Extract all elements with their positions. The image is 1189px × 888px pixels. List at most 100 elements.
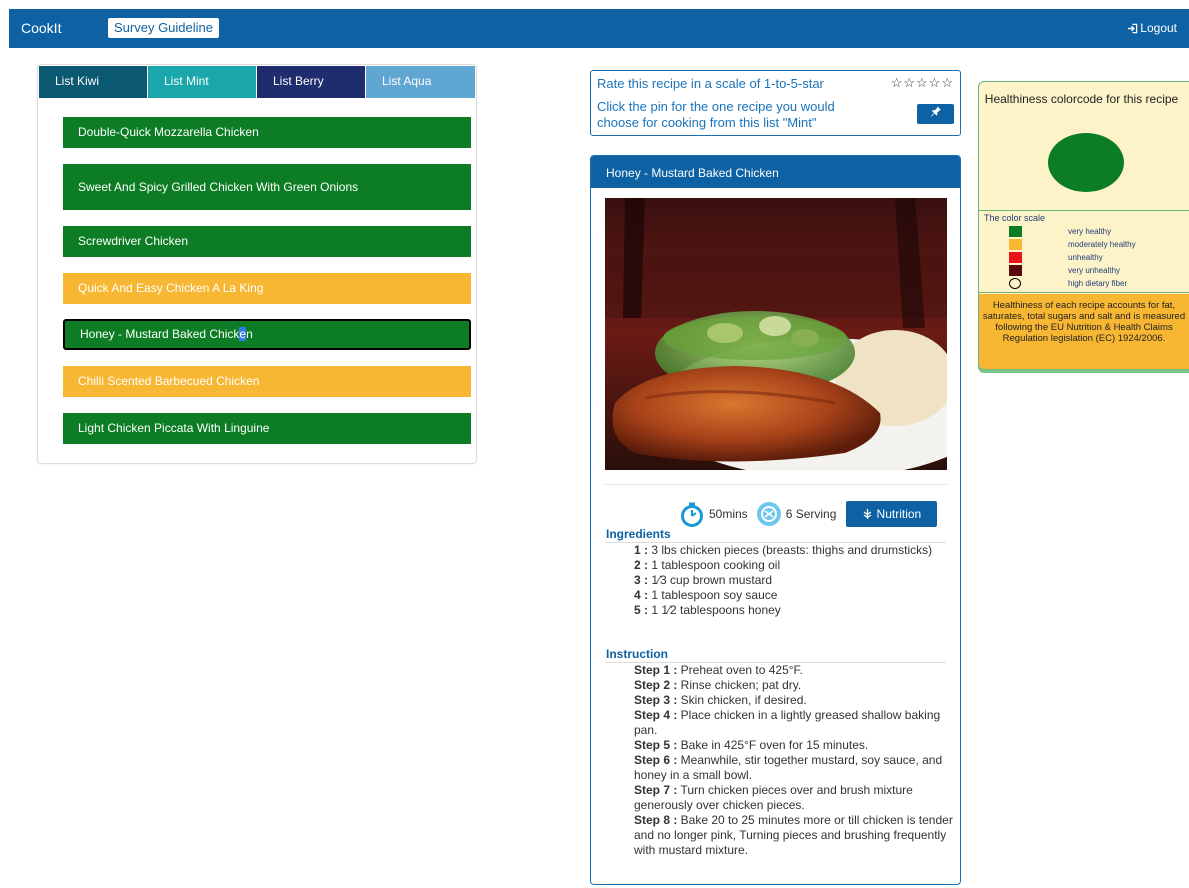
step-text: Bake 20 to 25 minutes more or till chick… xyxy=(634,813,953,857)
divider xyxy=(979,292,1189,293)
recipe-item-label: Chilli Scented Barbecued Chicken xyxy=(78,374,260,388)
step-number: Step 7 : xyxy=(634,783,678,797)
ingredients-heading: Ingredients xyxy=(606,527,946,543)
pin-icon xyxy=(930,106,941,117)
ingredient-text: 1 tablespoon soy sauce xyxy=(648,588,778,602)
divider xyxy=(979,210,1189,211)
ingredient-number: 3 : xyxy=(634,573,649,587)
divider xyxy=(605,484,947,485)
label-part: n xyxy=(246,327,253,341)
recipe-meta: 50mins 6 Serving Nutrition xyxy=(679,501,938,527)
nutrition-icon xyxy=(863,509,871,519)
step-text: Skin chicken, if desired. xyxy=(677,693,807,707)
ingredient-number: 2 : xyxy=(634,558,649,572)
ingredient-item: 2 : 1 tablespoon cooking oil xyxy=(634,558,954,573)
healthiness-title: Healthiness colorcode for this recipe xyxy=(984,92,1179,106)
ingredient-number: 4 : xyxy=(634,588,649,602)
recipe-item-selected[interactable]: Honey - Mustard Baked Chicken xyxy=(63,319,471,350)
instruction-step: Step 3 : Skin chicken, if desired. xyxy=(634,693,954,708)
instruction-step: Step 4 : Place chicken in a lightly grea… xyxy=(634,708,954,738)
step-text: Place chicken in a lightly greased shall… xyxy=(634,708,941,737)
recipe-item-label: Screwdriver Chicken xyxy=(78,234,189,248)
ingredient-text: 1 1⁄2 tablespoons honey xyxy=(648,603,781,617)
recipe-item[interactable]: Double-Quick Mozzarella Chicken xyxy=(63,117,471,148)
pin-prompt: Click the pin for the one recipe you wou… xyxy=(597,99,835,130)
tab-list-kiwi[interactable]: List Kiwi xyxy=(39,66,148,98)
step-number: Step 5 : xyxy=(634,738,678,752)
ingredient-item: 3 : 1⁄3 cup brown mustard xyxy=(634,573,954,588)
step-text: Meanwhile, stir together mustard, soy sa… xyxy=(634,753,943,782)
rating-box: Rate this recipe in a scale of 1-to-5-st… xyxy=(590,70,961,136)
ingredient-text: 1 tablespoon cooking oil xyxy=(648,558,781,572)
step-number: Step 3 : xyxy=(634,693,678,707)
recipe-item[interactable]: Chilli Scented Barbecued Chicken xyxy=(63,366,471,397)
step-number: Step 4 : xyxy=(634,708,678,722)
recipe-item-label: Sweet And Spicy Grilled Chicken With Gre… xyxy=(78,179,359,194)
rating-prompt: Rate this recipe in a scale of 1-to-5-st… xyxy=(597,76,824,91)
label-part: Honey - Mustard Baked Chick xyxy=(80,327,240,341)
recipe-item-label: Honey - Mustard Baked Chicken xyxy=(80,327,253,342)
tab-list-mint[interactable]: List Mint xyxy=(148,66,257,98)
instruction-heading: Instruction xyxy=(606,647,946,663)
color-scale-label: The color scale xyxy=(984,213,1046,223)
ingredient-number: 5 : xyxy=(634,603,649,617)
recipe-photo xyxy=(605,198,947,470)
nutrition-button[interactable]: Nutrition xyxy=(846,501,938,527)
recipe-item[interactable]: Quick And Easy Chicken A La King xyxy=(63,273,471,304)
tab-list-aqua[interactable]: List Aqua xyxy=(366,66,475,98)
recipe-item-label: Light Chicken Piccata With Linguine xyxy=(78,421,270,435)
recipe-title: Honey - Mustard Baked Chicken xyxy=(591,156,960,188)
logout-label: Logout xyxy=(1140,21,1177,35)
color-scale-text: high dietary fiber xyxy=(1068,278,1128,288)
logout-link[interactable]: Logout xyxy=(1127,21,1177,35)
recipe-item[interactable]: Screwdriver Chicken xyxy=(63,226,471,257)
tab-list-berry[interactable]: List Berry xyxy=(257,66,366,98)
recipe-detail-card: Honey - Mustard Baked Chicken 50mins 6 S… xyxy=(590,155,961,885)
healthiness-panel: Healthiness colorcode for this recipe Th… xyxy=(978,81,1189,370)
survey-guideline-button[interactable]: Survey Guideline xyxy=(108,18,219,38)
color-scale-row: very healthy xyxy=(1009,225,1111,237)
color-scale-text: moderately healthy xyxy=(1068,239,1136,249)
star-rating[interactable]: ☆☆☆☆☆ xyxy=(891,75,954,91)
ingredients-list: 1 : 3 lbs chicken pieces (breasts: thigh… xyxy=(634,543,954,618)
cooking-time: 50mins xyxy=(709,507,748,521)
list-tabs: List Kiwi List Mint List Berry List Aqua xyxy=(39,66,475,98)
recipe-item[interactable]: Light Chicken Piccata With Linguine xyxy=(63,413,471,444)
color-scale-row: unhealthy xyxy=(1009,251,1103,263)
step-text: Preheat oven to 425°F. xyxy=(677,663,803,677)
color-scale-text: unhealthy xyxy=(1068,252,1103,262)
color-swatch xyxy=(1009,251,1022,263)
step-text: Bake in 425°F oven for 15 minutes. xyxy=(677,738,869,752)
color-scale-text: very healthy xyxy=(1068,226,1112,236)
instruction-step: Step 2 : Rinse chicken; pat dry. xyxy=(634,678,954,693)
recipe-item-label: Double-Quick Mozzarella Chicken xyxy=(78,125,259,139)
step-number: Step 6 : xyxy=(634,753,678,767)
recipe-list-panel: List Kiwi List Mint List Berry List Aqua… xyxy=(37,64,477,464)
serving-icon xyxy=(756,502,781,526)
stopwatch-icon xyxy=(681,502,703,527)
ingredient-number: 1 : xyxy=(634,543,649,557)
nutrition-label: Nutrition xyxy=(876,507,922,521)
instruction-step: Step 1 : Preheat oven to 425°F. xyxy=(634,663,954,678)
instruction-step: Step 8 : Bake 20 to 25 minutes more or t… xyxy=(634,813,954,858)
color-scale-text: very unhealthy xyxy=(1068,265,1121,275)
logout-icon xyxy=(1128,23,1138,33)
recipe-item[interactable]: Sweet And Spicy Grilled Chicken With Gre… xyxy=(63,164,471,210)
step-text: Rinse chicken; pat dry. xyxy=(677,678,802,692)
step-number: Step 8 : xyxy=(634,813,678,827)
fiber-circle-icon xyxy=(1009,277,1021,289)
top-navbar: CookIt Survey Guideline Logout xyxy=(9,9,1189,48)
color-scale-row: high dietary fiber xyxy=(1009,277,1127,289)
step-number: Step 2 : xyxy=(634,678,678,692)
ingredient-item: 5 : 1 1⁄2 tablespoons honey xyxy=(634,603,954,618)
ingredient-item: 4 : 1 tablespoon soy sauce xyxy=(634,588,954,603)
ingredient-item: 1 : 3 lbs chicken pieces (breasts: thigh… xyxy=(634,543,954,558)
healthiness-note: Healthiness of each recipe accounts for … xyxy=(979,294,1189,369)
healthiness-indicator xyxy=(1048,133,1124,192)
pin-button[interactable] xyxy=(917,104,954,124)
recipe-photo-image xyxy=(605,198,947,470)
color-scale-row: moderately healthy xyxy=(1009,238,1136,250)
instruction-step: Step 7 : Turn chicken pieces over and br… xyxy=(634,783,954,813)
brand-link[interactable]: CookIt xyxy=(21,20,61,36)
ingredient-text: 1⁄3 cup brown mustard xyxy=(648,573,773,587)
